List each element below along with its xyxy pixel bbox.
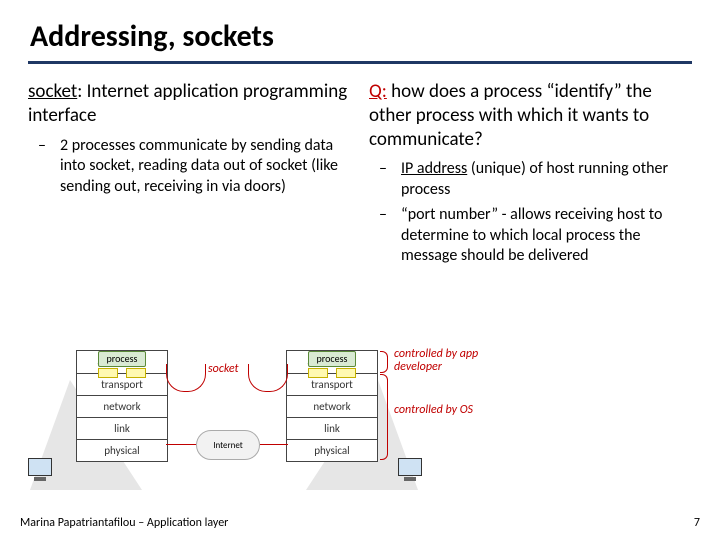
left-bullets: 2 processes communicate by sending data …: [28, 136, 351, 198]
controlled-by-os: controlled by OS: [394, 404, 474, 417]
socket-pad-r2: [336, 368, 356, 378]
link-left: [166, 444, 196, 445]
controlled-by-app: controlled by app developer: [394, 348, 494, 374]
process-box-right: process: [308, 351, 356, 367]
brace-os: [380, 374, 388, 460]
left-bullet-1: 2 processes communicate by sending data …: [52, 136, 351, 198]
socket-arc-right: [248, 364, 288, 392]
layer-r-4: physical: [287, 439, 377, 461]
socket-diagram: application transport network link physi…: [28, 340, 692, 490]
socket-pad-l2: [126, 368, 146, 378]
content-columns: socket: Internet application programming…: [28, 80, 692, 271]
layer-r-1: transport: [287, 373, 377, 395]
socket-heading-underline: socket: [28, 80, 77, 103]
layer-l-1: transport: [77, 373, 167, 395]
layer-l-2: network: [77, 395, 167, 417]
brace-app: [380, 351, 388, 373]
right-bullet-1: IP address (unique) of host running othe…: [393, 159, 692, 201]
left-column: socket: Internet application programming…: [28, 80, 351, 271]
layer-r-3: link: [287, 417, 377, 439]
layer-l-4: physical: [77, 439, 167, 461]
right-column: Q: how does a process “identify” the oth…: [369, 80, 692, 271]
q-label: Q:: [369, 80, 387, 103]
link-right: [260, 444, 288, 445]
socket-label: socket: [208, 362, 239, 376]
page-number: 7: [694, 516, 700, 530]
footer-text: Marina Papatriantafilou – Application la…: [20, 516, 228, 530]
socket-arc-left: [166, 364, 206, 392]
process-box-left: process: [98, 351, 146, 367]
pc-left-icon: [28, 458, 52, 481]
question-heading: Q: how does a process “identify” the oth…: [369, 80, 692, 151]
question-heading-rest: how does a process “identify” the other …: [369, 80, 652, 151]
socket-pad-l1: [98, 368, 118, 378]
internet-cloud: Internet: [196, 430, 260, 460]
layer-l-3: link: [77, 417, 167, 439]
socket-pad-r1: [308, 368, 328, 378]
pc-right-icon: [398, 458, 422, 481]
slide-title: Addressing, sockets: [28, 14, 692, 64]
socket-heading: socket: Internet application programming…: [28, 80, 351, 128]
layer-r-2: network: [287, 395, 377, 417]
right-bullets: IP address (unique) of host running othe…: [369, 159, 692, 267]
right-bullet-2: “port number” - allows receiving host to…: [393, 205, 692, 267]
ip-address-u: IP address: [401, 159, 467, 178]
